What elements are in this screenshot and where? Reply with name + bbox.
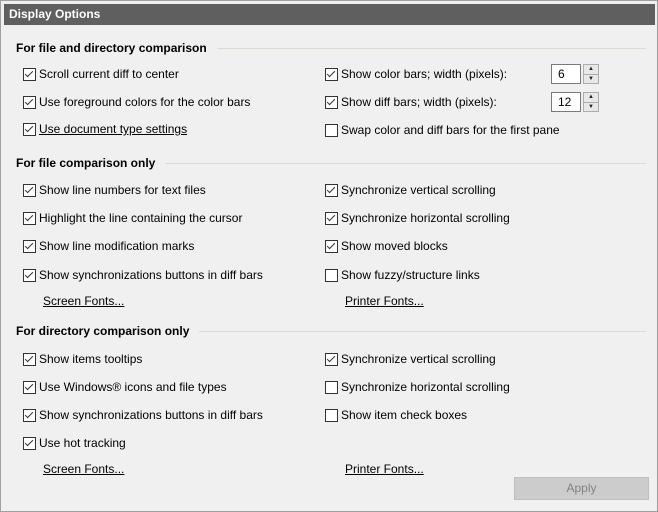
checkbox-label: Show diff bars; width (pixels): — [341, 95, 497, 109]
checkbox-box[interactable] — [23, 268, 36, 282]
checkbox-label: Show synchronizations buttons in diff ba… — [39, 268, 263, 282]
checkbox-label: Show line modification marks — [39, 239, 195, 253]
checkbox-box[interactable] — [325, 352, 338, 366]
checkbox-box[interactable] — [23, 183, 36, 197]
section-divider — [165, 163, 646, 164]
checkbox-label[interactable]: Use document type settings — [39, 122, 187, 136]
checkbox-fuzzy-links[interactable]: Show fuzzy/structure links — [325, 267, 480, 283]
checkbox-label: Show items tooltips — [39, 352, 143, 366]
checkbox-box[interactable] — [23, 352, 36, 366]
checkbox-foreground-colors[interactable]: Use foreground colors for the color bars — [23, 94, 250, 110]
checkbox-label: Show line numbers for text files — [39, 183, 206, 197]
checkbox-box[interactable] — [23, 67, 36, 81]
spinner-buttons[interactable]: ▲ ▼ — [583, 92, 599, 112]
section-heading-file-only: For file comparison only — [16, 156, 646, 170]
spin-up-icon[interactable]: ▲ — [584, 65, 598, 74]
checkbox-document-type-settings[interactable]: Use document type settings — [23, 121, 187, 137]
checkbox-box[interactable] — [23, 436, 36, 450]
color-bars-width-spinner[interactable]: 6 ▲ ▼ — [551, 64, 600, 84]
checkbox-box[interactable] — [23, 408, 36, 422]
checkbox-windows-icons[interactable]: Use Windows® icons and file types — [23, 379, 227, 395]
checkbox-box[interactable] — [325, 211, 338, 225]
checkbox-scroll-diff-center[interactable]: Scroll current diff to center — [23, 66, 179, 82]
section-heading-directory-only: For directory comparison only — [16, 324, 646, 338]
checkbox-sync-horizontal[interactable]: Synchronize horizontal scrolling — [325, 210, 510, 226]
checkbox-box[interactable] — [325, 380, 338, 394]
checkbox-dir-sync-horizontal[interactable]: Synchronize horizontal scrolling — [325, 379, 510, 395]
panel-title: Display Options — [4, 4, 655, 25]
checkbox-label: Show moved blocks — [341, 239, 448, 253]
checkbox-box[interactable] — [325, 95, 338, 109]
diff-bars-width-spinner[interactable]: 12 ▲ ▼ — [551, 92, 600, 112]
checkbox-box[interactable] — [325, 123, 338, 137]
checkbox-label: Synchronize vertical scrolling — [341, 183, 496, 197]
checkbox-label: Use Windows® icons and file types — [39, 380, 227, 394]
checkbox-hot-tracking[interactable]: Use hot tracking — [23, 435, 126, 451]
checkbox-box[interactable] — [23, 95, 36, 109]
checkbox-line-numbers[interactable]: Show line numbers for text files — [23, 182, 206, 198]
checkbox-highlight-cursor-line[interactable]: Highlight the line containing the cursor — [23, 210, 242, 226]
checkbox-label: Show synchronizations buttons in diff ba… — [39, 408, 263, 422]
checkbox-items-tooltips[interactable]: Show items tooltips — [23, 351, 142, 367]
checkbox-show-color-bars[interactable]: Show color bars; width (pixels): — [325, 66, 507, 82]
checkbox-line-modification-marks[interactable]: Show line modification marks — [23, 238, 194, 254]
spin-down-icon[interactable]: ▼ — [584, 73, 598, 84]
checkbox-label: Synchronize vertical scrolling — [341, 352, 496, 366]
spinner-buttons[interactable]: ▲ ▼ — [583, 64, 599, 84]
checkbox-label: Show fuzzy/structure links — [341, 268, 480, 282]
diff-bars-width-input[interactable]: 12 — [551, 92, 581, 112]
file-screen-fonts-link[interactable]: Screen Fonts... — [43, 294, 124, 308]
checkbox-label: Swap color and diff bars for the first p… — [341, 123, 560, 137]
checkbox-box[interactable] — [325, 408, 338, 422]
file-printer-fonts-link[interactable]: Printer Fonts... — [345, 294, 424, 308]
section-heading-text: For directory comparison only — [16, 324, 190, 338]
dir-screen-fonts-link[interactable]: Screen Fonts... — [43, 462, 124, 476]
checkbox-dir-sync-vertical[interactable]: Synchronize vertical scrolling — [325, 351, 496, 367]
color-bars-width-input[interactable]: 6 — [551, 64, 581, 84]
dir-printer-fonts-link[interactable]: Printer Fonts... — [345, 462, 424, 476]
spin-up-icon[interactable]: ▲ — [584, 93, 598, 102]
spin-down-icon[interactable]: ▼ — [584, 101, 598, 112]
checkbox-label: Scroll current diff to center — [39, 67, 179, 81]
checkbox-box[interactable] — [325, 67, 338, 81]
checkbox-show-diff-bars[interactable]: Show diff bars; width (pixels): — [325, 94, 497, 110]
checkbox-box[interactable] — [325, 183, 338, 197]
checkbox-box[interactable] — [23, 211, 36, 225]
checkbox-label: Use hot tracking — [39, 436, 126, 450]
checkbox-box[interactable] — [325, 239, 338, 253]
checkbox-sync-buttons-diff-bars[interactable]: Show synchronizations buttons in diff ba… — [23, 267, 263, 283]
checkbox-label: Use foreground colors for the color bars — [39, 95, 251, 109]
checkbox-sync-vertical[interactable]: Synchronize vertical scrolling — [325, 182, 496, 198]
apply-button[interactable]: Apply — [514, 477, 649, 500]
section-divider — [199, 331, 646, 332]
checkbox-label: Highlight the line containing the cursor — [39, 211, 243, 225]
display-options-panel: Display Options For file and directory c… — [0, 0, 658, 512]
checkbox-label: Show color bars; width (pixels): — [341, 67, 508, 81]
checkbox-box[interactable] — [23, 380, 36, 394]
checkbox-label: Synchronize horizontal scrolling — [341, 211, 510, 225]
checkbox-box[interactable] — [23, 122, 36, 136]
section-divider — [216, 48, 646, 49]
checkbox-dir-sync-buttons[interactable]: Show synchronizations buttons in diff ba… — [23, 407, 263, 423]
section-heading-file-and-directory: For file and directory comparison — [16, 41, 646, 55]
checkbox-label: Show item check boxes — [341, 408, 468, 422]
section-heading-text: For file comparison only — [16, 156, 156, 170]
checkbox-label: Synchronize horizontal scrolling — [341, 380, 510, 394]
checkbox-box[interactable] — [23, 239, 36, 253]
checkbox-moved-blocks[interactable]: Show moved blocks — [325, 238, 448, 254]
checkbox-item-check-boxes[interactable]: Show item check boxes — [325, 407, 467, 423]
section-heading-text: For file and directory comparison — [16, 41, 207, 55]
checkbox-swap-bars[interactable]: Swap color and diff bars for the first p… — [325, 122, 560, 138]
checkbox-box[interactable] — [325, 268, 338, 282]
